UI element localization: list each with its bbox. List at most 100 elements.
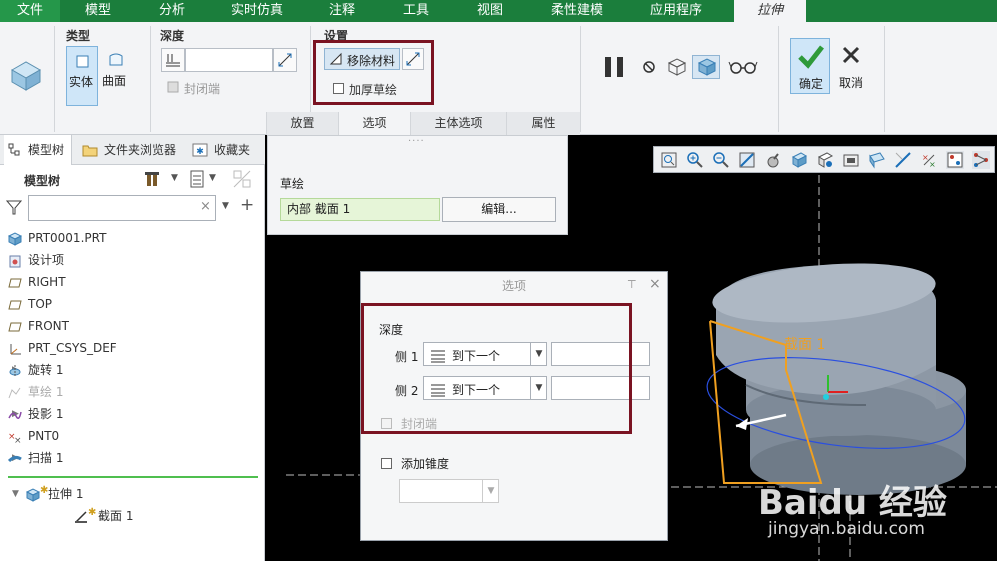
filter-icon[interactable]: [6, 199, 22, 215]
tree-item[interactable]: ▶旋转 1: [0, 359, 258, 381]
tab-favorites[interactable]: ✱ 收藏夹: [190, 135, 262, 165]
tree-item[interactable]: TOP: [0, 293, 258, 315]
spin-center-toggle-icon[interactable]: [946, 151, 964, 169]
menu-tab-flexible-modeling[interactable]: 柔性建模: [540, 0, 614, 22]
subtab-body-options[interactable]: 主体选项: [410, 112, 506, 135]
tree-filter-disabled-icon: [233, 170, 251, 188]
tree-item-label: 截面 1: [98, 509, 134, 523]
settings-highlight-box: [313, 40, 434, 105]
options-dialog-title: 选项: [501, 279, 526, 293]
tree-item[interactable]: ✱ 截面 1: [0, 505, 258, 527]
solid-button[interactable]: 实体: [66, 46, 98, 106]
depth-value-input[interactable]: [185, 48, 273, 72]
checkmark-icon: [798, 45, 824, 69]
perspective-view-icon[interactable]: [868, 151, 886, 169]
tab-model-tree[interactable]: 模型树: [4, 135, 72, 165]
tree-item-label: PNT0: [28, 429, 60, 443]
cap-ends-label: 封闭端: [184, 82, 221, 96]
tree-item[interactable]: RIGHT: [0, 271, 258, 293]
tree-item[interactable]: 草绘 1: [0, 381, 258, 403]
add-taper-label: 添加锥度: [401, 457, 450, 471]
menu-tab-annotate[interactable]: 注释: [314, 0, 370, 22]
surface-button[interactable]: 曲面: [100, 46, 132, 106]
tree-expander-icon[interactable]: ▼: [12, 483, 19, 505]
menu-tab-tools[interactable]: 工具: [388, 0, 444, 22]
menu-tab-realtime-sim[interactable]: 实时仿真: [220, 0, 294, 22]
subtab-options[interactable]: 选项: [338, 112, 410, 135]
tree-search-input[interactable]: [28, 195, 216, 221]
tree-item[interactable]: PRT0001.PRT: [0, 227, 258, 249]
tree-settings-dropdown-icon[interactable]: ▼: [171, 173, 178, 183]
part-icon: [7, 231, 23, 246]
tree-item-label: 旋转 1: [28, 363, 64, 377]
menu-tab-applications[interactable]: 应用程序: [636, 0, 716, 22]
display-constraints-icon[interactable]: [972, 151, 990, 169]
cancel-button[interactable]: 取消: [832, 38, 870, 94]
subtab-properties[interactable]: 属性: [506, 112, 580, 135]
confirm-button[interactable]: 确定: [790, 38, 830, 94]
spin-center-icon[interactable]: [764, 151, 782, 169]
zoom-in-icon[interactable]: [686, 151, 704, 169]
svg-text:✱: ✱: [196, 147, 204, 157]
svg-text:×: ×: [929, 160, 936, 169]
zoom-out-icon[interactable]: [712, 151, 730, 169]
revolved-model: [712, 263, 966, 495]
csys-origin: [823, 394, 829, 400]
annotation-display-icon[interactable]: ××: [920, 151, 938, 169]
confirm-label: 确定: [799, 77, 824, 91]
menu-tab-file[interactable]: 文件: [0, 0, 60, 22]
search-dropdown-icon[interactable]: ▼: [222, 201, 229, 211]
show-columns-dropdown-icon[interactable]: ▼: [209, 173, 216, 183]
model-tree-panel: 模型树 文件夹浏览器 ✱ 收藏夹 模型树 ▼ ▼ × ▼ + PRT0001.P…: [0, 135, 265, 561]
menu-tab-analysis[interactable]: 分析: [144, 0, 200, 22]
tree-item-label: RIGHT: [28, 275, 66, 289]
depth-flip-button[interactable]: [273, 48, 297, 72]
menu-tab-extrude[interactable]: 拉伸: [734, 0, 806, 22]
tree-item[interactable]: ▶设计项: [0, 249, 258, 271]
close-dialog-icon[interactable]: ×: [649, 276, 661, 292]
add-filter-icon[interactable]: +: [240, 195, 254, 215]
cap-ends-icon: [167, 81, 179, 93]
pin-icon[interactable]: ⊤: [627, 278, 637, 291]
depth-type-button[interactable]: [161, 48, 185, 72]
show-columns-icon[interactable]: [189, 170, 205, 188]
tree-item[interactable]: ▼ ✱ 拉伸 1: [0, 483, 258, 505]
tree-item[interactable]: × × PNT0: [0, 425, 258, 447]
tree-item-label: PRT_CSYS_DEF: [28, 341, 117, 355]
verify-glasses-icon[interactable]: [728, 59, 758, 75]
subtab-placement[interactable]: 放置: [266, 112, 338, 135]
attached-preview-icon[interactable]: [666, 57, 688, 77]
depth-group-label: 深度: [160, 29, 185, 43]
geometry-preview-button[interactable]: [692, 55, 720, 79]
cancel-label: 取消: [839, 76, 864, 90]
no-preview-icon[interactable]: [641, 59, 657, 75]
tab-folder-browser[interactable]: 文件夹浏览器: [80, 135, 186, 165]
view-manager-icon[interactable]: [842, 151, 860, 169]
taper-dropdown-icon[interactable]: ▼: [482, 480, 499, 502]
pause-icon[interactable]: [602, 55, 628, 79]
extrude-icon: [25, 487, 41, 502]
datum-plane-icon: [8, 275, 22, 289]
saved-orientations-icon[interactable]: [816, 151, 834, 169]
menu-tab-view[interactable]: 视图: [462, 0, 518, 22]
menu-tab-model[interactable]: 模型: [70, 0, 126, 22]
refit-icon[interactable]: [660, 151, 678, 169]
clear-search-icon[interactable]: ×: [200, 199, 211, 214]
extrude-icon: [10, 61, 42, 91]
datum-display-icon[interactable]: [894, 151, 912, 169]
tree-item[interactable]: FRONT: [0, 315, 258, 337]
tree-item-label: 草绘 1: [28, 385, 64, 399]
tree-header: 模型树: [24, 174, 61, 188]
tree-item[interactable]: PRT_CSYS_DEF: [0, 337, 258, 359]
tree-item[interactable]: ▶ 扫描 1: [0, 447, 258, 469]
surface-label: 曲面: [102, 74, 127, 88]
repaint-icon[interactable]: [738, 151, 756, 169]
taper-angle-select[interactable]: ▼: [399, 479, 499, 503]
display-style-icon[interactable]: [790, 151, 808, 169]
flip-direction-icon: [278, 53, 292, 67]
surface-icon: [109, 53, 123, 66]
design-items-icon: [8, 253, 22, 268]
tree-item[interactable]: ▶ 投影 1: [0, 403, 258, 425]
add-taper-checkbox[interactable]: [381, 458, 392, 469]
tree-settings-icon[interactable]: [145, 170, 167, 188]
